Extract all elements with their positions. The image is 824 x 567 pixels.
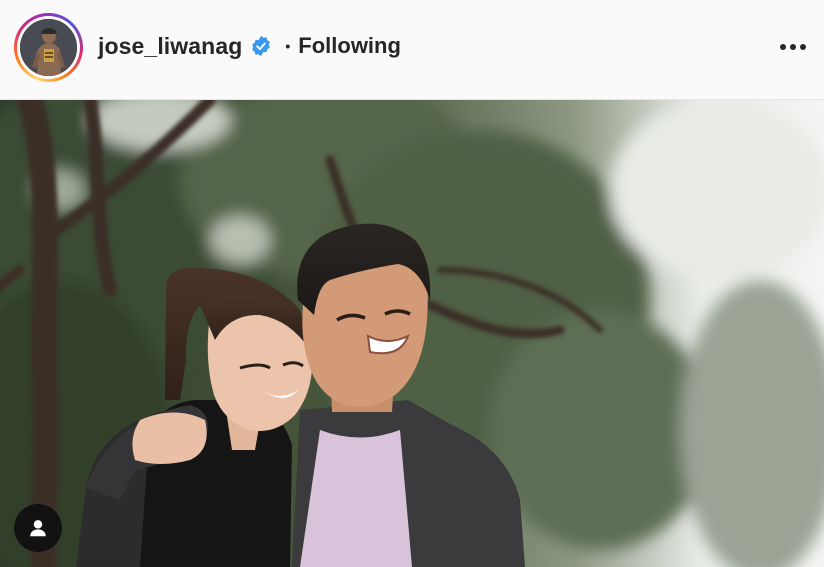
separator-dot: • (285, 38, 291, 54)
avatar-photo (20, 19, 77, 76)
story-ring[interactable] (14, 13, 83, 82)
post-photo[interactable] (0, 100, 824, 567)
post-header: jose_liwanag • Following (0, 0, 824, 100)
verified-badge-icon (250, 35, 272, 57)
username-link[interactable]: jose_liwanag (98, 33, 242, 60)
profile-avatar[interactable] (20, 19, 77, 76)
tagged-user-icon[interactable] (14, 504, 62, 552)
more-options-icon[interactable] (780, 36, 806, 58)
following-button[interactable]: Following (298, 33, 401, 59)
post-author-row: jose_liwanag • Following (98, 30, 401, 62)
post-image (0, 100, 824, 567)
